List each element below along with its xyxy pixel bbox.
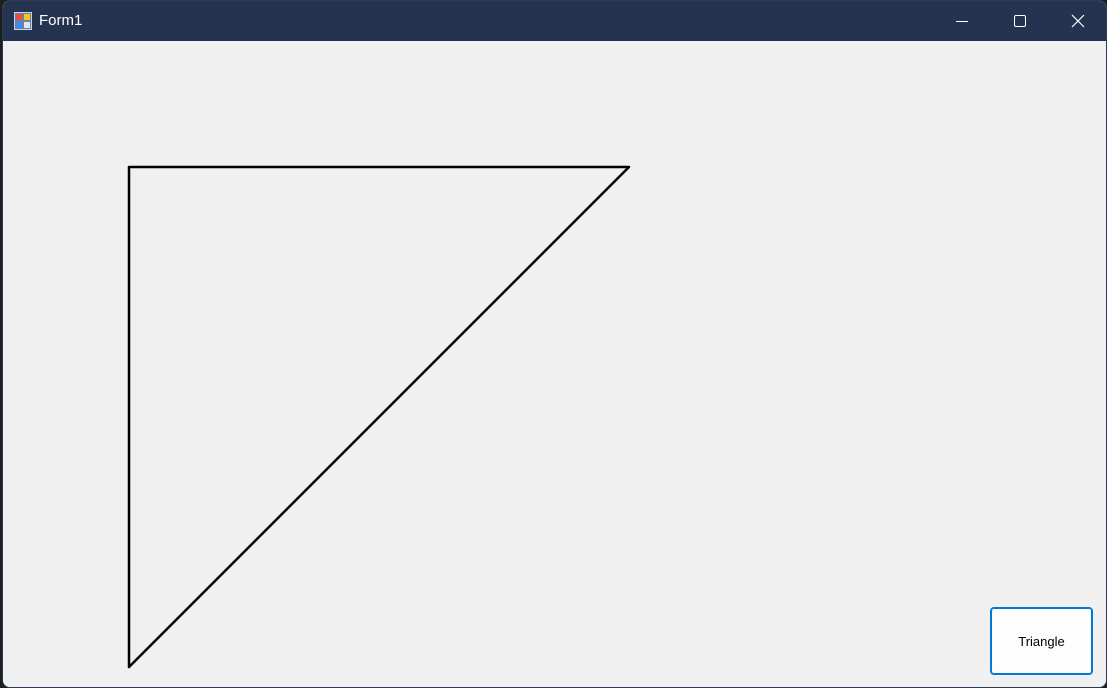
winforms-app-icon — [14, 12, 32, 30]
maximize-icon — [1014, 15, 1026, 27]
triangle-shape — [127, 165, 631, 669]
maximize-button[interactable] — [991, 1, 1049, 41]
close-button[interactable] — [1049, 1, 1106, 41]
app-window: Form1 Triangle — [2, 0, 1107, 688]
drawing-canvas — [127, 165, 631, 669]
title-bar[interactable]: Form1 — [3, 1, 1106, 41]
minimize-button[interactable] — [933, 1, 991, 41]
triangle-button[interactable]: Triangle — [990, 607, 1093, 675]
window-title: Form1 — [39, 12, 83, 29]
minimize-icon — [956, 21, 968, 22]
close-icon — [1071, 14, 1085, 28]
form-client-area: Triangle — [3, 41, 1106, 687]
